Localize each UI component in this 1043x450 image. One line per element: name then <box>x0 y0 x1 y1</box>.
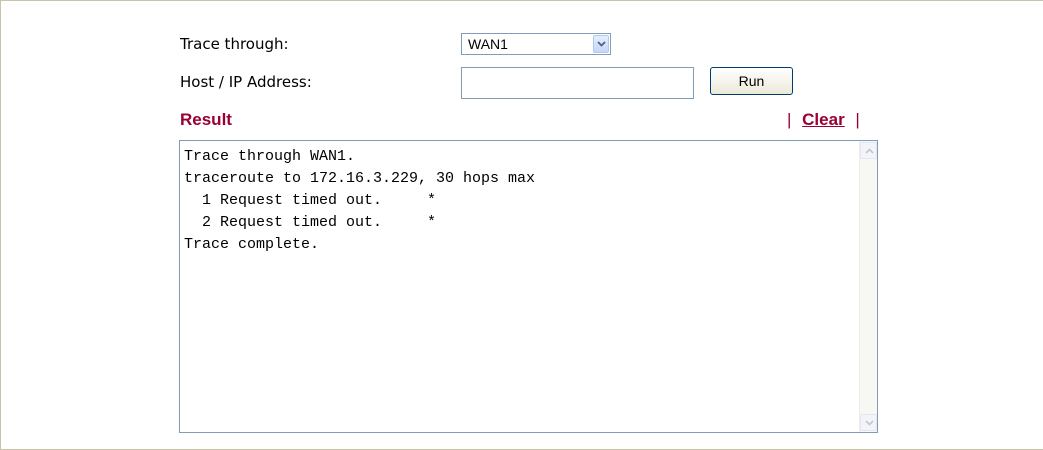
run-button[interactable]: Run <box>710 67 793 95</box>
result-output-area[interactable]: Trace through WAN1. traceroute to 172.16… <box>179 140 878 433</box>
chevron-down-icon[interactable] <box>593 35 609 53</box>
clear-link[interactable]: Clear <box>802 110 845 129</box>
clear-link-group: | Clear | <box>787 110 860 130</box>
host-ip-label: Host / IP Address: <box>180 73 312 91</box>
host-ip-input[interactable] <box>461 67 694 99</box>
separator-right: | <box>855 110 860 129</box>
trace-through-select[interactable]: WAN1 <box>461 33 611 55</box>
result-scrollbar[interactable] <box>859 141 877 432</box>
diagnostics-panel: Trace through: WAN1 Host / IP Address: R… <box>0 0 1043 450</box>
scroll-up-arrow-icon[interactable] <box>860 142 877 159</box>
result-output-text: Trace through WAN1. traceroute to 172.16… <box>184 148 536 253</box>
separator-left: | <box>787 110 792 129</box>
trace-through-value: WAN1 <box>468 36 508 52</box>
result-heading: Result <box>180 110 232 129</box>
trace-through-label: Trace through: <box>180 35 289 53</box>
scroll-down-arrow-icon[interactable] <box>860 414 877 431</box>
